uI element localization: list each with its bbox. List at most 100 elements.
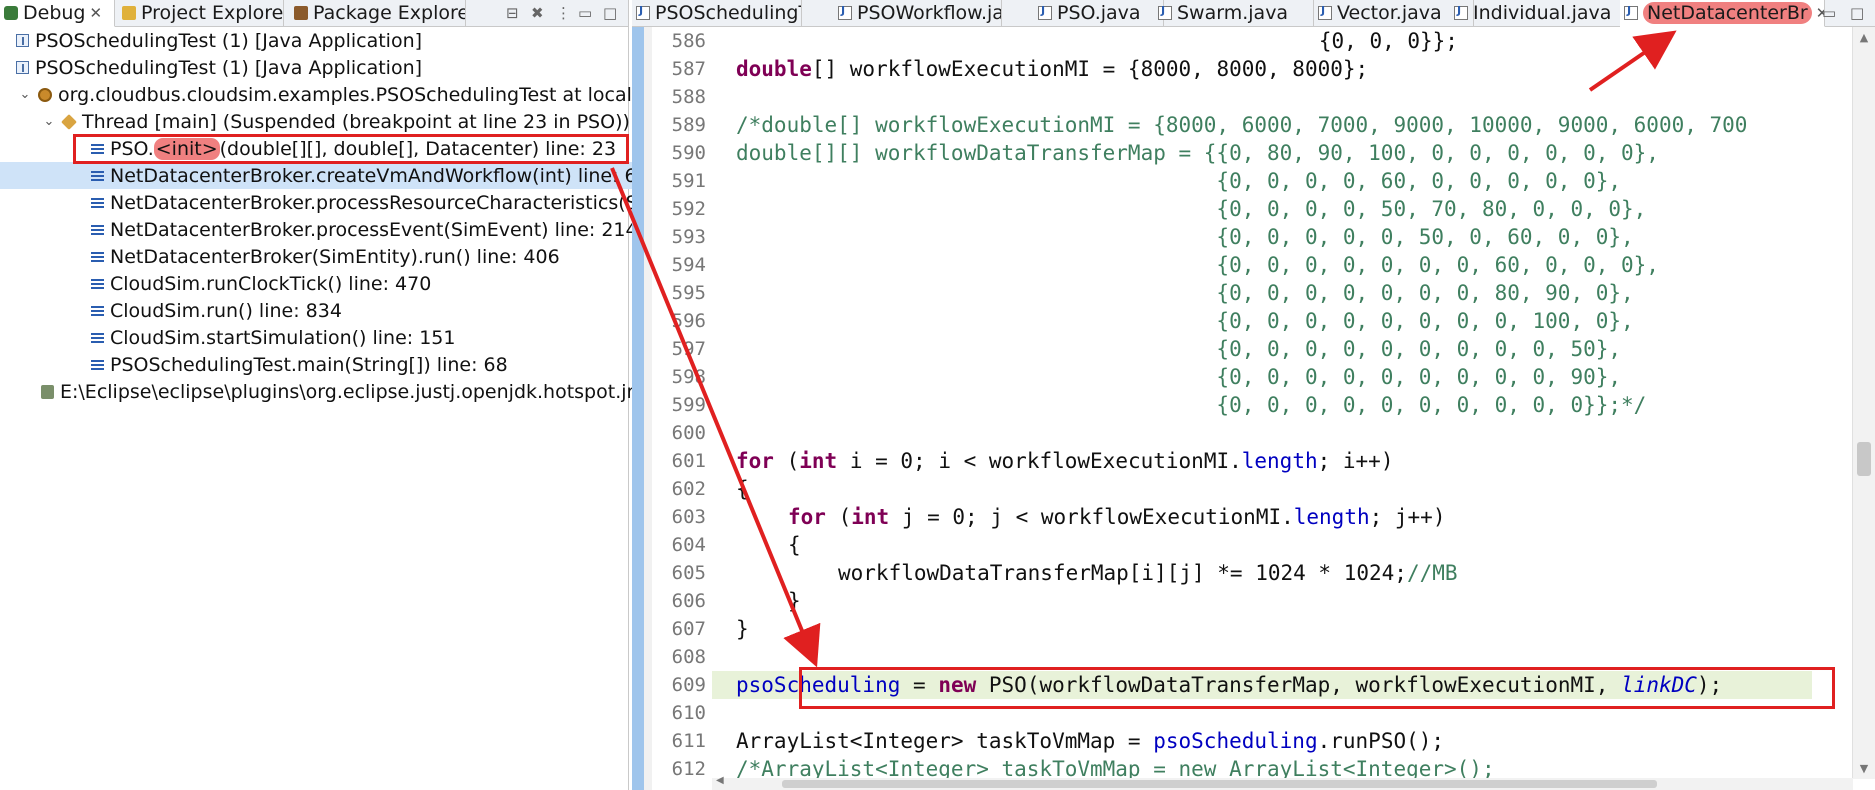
vertical-scrollbar[interactable]: ▲ ▼ xyxy=(1852,27,1875,779)
stack-frame-selected[interactable]: NetDatacenterBroker.createVmAndWorkflow(… xyxy=(0,162,719,189)
stack-frame-label: NetDatacenterBroker(SimEntity).run() lin… xyxy=(110,245,560,268)
line-number: 600 xyxy=(671,422,706,444)
editor-tab[interactable]: PSOWorkflow.jav xyxy=(834,0,1002,26)
line-number: 597 xyxy=(671,338,706,360)
line-number: 607 xyxy=(671,618,706,640)
stack-frame-label: CloudSim.runClockTick() line: 470 xyxy=(110,272,432,295)
editor-tab[interactable]: PSOSchedulingTe xyxy=(632,0,802,26)
java-app-icon xyxy=(16,34,29,47)
line-number: 591 xyxy=(671,170,706,192)
launch-label: PSOSchedulingTest (1) [Java Application] xyxy=(35,29,423,52)
remove-launches-icon[interactable]: ✖ xyxy=(531,4,544,22)
editor-tab[interactable]: Individual.java xyxy=(1450,0,1622,26)
stack-frame[interactable]: CloudSim.run() line: 834 xyxy=(0,297,719,324)
tab-debug[interactable]: Debug ✕ xyxy=(0,0,115,27)
code-line: workflowDataTransferMap[i][j] *= 1024 * … xyxy=(838,561,1458,585)
stack-frame[interactable]: NetDatacenterBroker.processResourceChara… xyxy=(0,189,719,216)
editor-tab-label: PSOWorkflow.jav xyxy=(857,2,1002,24)
tree-jre[interactable]: E:\Eclipse\eclipse\plugins\org.eclipse.j… xyxy=(0,378,669,405)
editor-tab-label: Swarm.java xyxy=(1177,2,1289,24)
stack-frame-icon xyxy=(91,197,104,208)
tab-package-explorer[interactable]: Package Explorer xyxy=(290,0,466,26)
jre-icon xyxy=(41,384,54,399)
maximize-icon[interactable]: □ xyxy=(603,4,617,22)
tree-launch[interactable]: PSOSchedulingTest (1) [Java Application] xyxy=(0,27,644,54)
process-label: org.cloudbus.cloudsim.examples.PSOSchedu… xyxy=(58,83,646,106)
line-number-gutter: 586 587 588 589 590 591 592 593 594 595 … xyxy=(652,27,712,790)
editor-tabbar: PSOSchedulingTe PSOWorkflow.jav PSO.java… xyxy=(632,0,1875,27)
tree-thread[interactable]: ⌄ Thread [main] (Suspended (breakpoint a… xyxy=(0,108,670,135)
java-file-icon xyxy=(636,4,650,20)
scroll-up-icon[interactable]: ▲ xyxy=(1857,31,1871,44)
view-menu-icon[interactable]: ⋮ xyxy=(556,4,571,22)
scroll-down-icon[interactable]: ▼ xyxy=(1857,762,1871,775)
editor-tab-active[interactable]: NetDatacenterBr✕ xyxy=(1620,0,1825,27)
init-highlight: <init> xyxy=(153,137,220,160)
code-line: {0, 0, 0, 0, 60, 0, 0, 0, 0, 0}, xyxy=(736,169,1622,193)
editor-tab-label: NetDatacenterBr xyxy=(1643,2,1812,24)
close-icon[interactable]: ✕ xyxy=(89,4,102,22)
stack-frame[interactable]: PSO. <init> (double[][], double[], Datacen… xyxy=(0,135,719,162)
code-line: {0, 0, 0}}; xyxy=(712,29,1458,53)
chevron-down-icon[interactable]: ⌄ xyxy=(42,114,56,129)
tree-process[interactable]: ⌄ org.cloudbus.cloudsim.examples.PSOSche… xyxy=(0,81,646,108)
line-number: 602 xyxy=(671,478,706,500)
code-line: {0, 0, 0, 0, 0, 0, 0, 0, 0, 0}};*/ xyxy=(736,393,1647,417)
code-line: { xyxy=(788,533,801,557)
tab-project-explorer[interactable]: Project Explorer xyxy=(118,0,284,26)
code-line: {0, 0, 0, 0, 0, 0, 0, 80, 90, 0}, xyxy=(736,281,1634,305)
overview-ruler xyxy=(632,27,644,790)
minimize-icon[interactable]: ▭ xyxy=(578,4,592,22)
line-number: 598 xyxy=(671,366,706,388)
java-file-icon xyxy=(1454,4,1468,20)
editor-tab-label: PSO.java xyxy=(1057,2,1141,24)
stack-frame-label: NetDatacenterBroker.processResourceChara… xyxy=(110,191,685,214)
current-execution-line: psoScheduling = new PSO(workflowDataTran… xyxy=(712,671,1812,699)
stack-frame[interactable]: NetDatacenterBroker.processEvent(SimEven… xyxy=(0,216,719,243)
tab-project-explorer-label: Project Explorer xyxy=(141,2,284,24)
line-number: 593 xyxy=(671,226,706,248)
java-file-icon xyxy=(838,4,852,20)
code-area[interactable]: {0, 0, 0}}; double[] workflowExecutionMI… xyxy=(712,27,1812,790)
scrollbar-thumb[interactable] xyxy=(782,780,1657,788)
collapse-all-icon[interactable]: ⊟ xyxy=(506,4,519,22)
code-line: {0, 0, 0, 0, 50, 70, 80, 0, 0, 0}, xyxy=(736,197,1647,221)
code-line: double[] workflowExecutionMI = {8000, 80… xyxy=(736,57,1369,81)
stack-frame-icon xyxy=(91,359,104,370)
line-number: 592 xyxy=(671,198,706,220)
line-number: 608 xyxy=(671,646,706,668)
stack-frame[interactable]: NetDatacenterBroker(SimEntity).run() lin… xyxy=(0,243,719,270)
tab-debug-label: Debug xyxy=(23,2,86,24)
editor-tab[interactable]: Swarm.java xyxy=(1154,0,1314,26)
maximize-icon[interactable]: □ xyxy=(1850,4,1864,22)
tree-launch[interactable]: PSOSchedulingTest (1) [Java Application] xyxy=(0,54,644,81)
editor-tab-label: PSOSchedulingTe xyxy=(655,2,801,24)
horizontal-scrollbar[interactable]: ◀ xyxy=(712,775,1853,790)
line-number: 590 xyxy=(671,142,706,164)
stack-frame-icon xyxy=(91,305,104,316)
line-number: 587 xyxy=(671,58,706,80)
editor-tab-label: Individual.java xyxy=(1473,2,1612,24)
java-file-icon xyxy=(1318,4,1332,20)
chevron-down-icon[interactable]: ⌄ xyxy=(18,87,32,102)
code-line: double[][] workflowDataTransferMap = {{0… xyxy=(736,141,1659,165)
code-line: {0, 0, 0, 0, 0, 0, 0, 60, 0, 0, 0}, xyxy=(736,253,1659,277)
scrollbar-thumb[interactable] xyxy=(1857,442,1871,476)
line-number: 605 xyxy=(671,562,706,584)
stack-frame[interactable]: CloudSim.runClockTick() line: 470 xyxy=(0,270,719,297)
stack-frame[interactable]: CloudSim.startSimulation() line: 151 xyxy=(0,324,719,351)
scroll-left-icon[interactable]: ◀ xyxy=(716,775,724,786)
process-icon xyxy=(38,87,52,102)
editor-tab[interactable]: PSO.java xyxy=(1034,0,1164,26)
stack-frame-label: NetDatacenterBroker.processEvent(SimEven… xyxy=(110,218,638,241)
launch-label: PSOSchedulingTest (1) [Java Application] xyxy=(35,56,423,79)
debug-view-tabbar: Debug ✕ Project Explorer Package Explore… xyxy=(0,0,628,27)
stack-frame[interactable]: PSOSchedulingTest.main(String[]) line: 6… xyxy=(0,351,719,378)
line-number: 594 xyxy=(671,254,706,276)
code-line: {0, 0, 0, 0, 0, 0, 0, 0, 0, 50}, xyxy=(736,337,1622,361)
java-file-icon xyxy=(1038,4,1052,20)
stack-frame-icon xyxy=(91,332,104,343)
minimize-icon[interactable]: ▭ xyxy=(1822,4,1836,22)
